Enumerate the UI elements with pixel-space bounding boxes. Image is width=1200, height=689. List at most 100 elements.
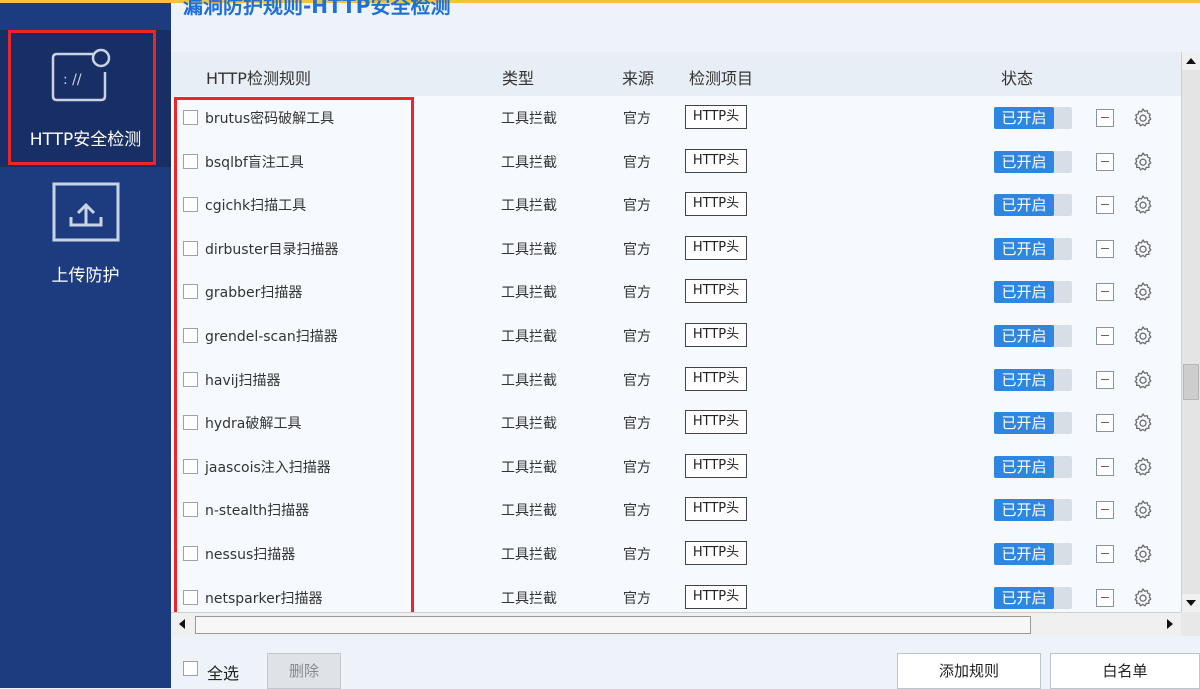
sidebar-item-upload-protection[interactable]: 上传防护 <box>0 177 171 297</box>
collapse-button[interactable] <box>1096 239 1114 258</box>
status-toggle[interactable]: 已开启 <box>994 543 1072 565</box>
gear-icon[interactable] <box>1131 411 1155 435</box>
collapse-button[interactable] <box>1096 283 1114 302</box>
scroll-up-arrow-icon[interactable] <box>1182 52 1200 70</box>
rule-name: brutus密码破解工具 <box>205 111 335 127</box>
row-checkbox[interactable] <box>183 415 198 431</box>
scroll-down-arrow-icon[interactable] <box>1182 594 1200 612</box>
detection-item-tag: HTTP头 <box>685 453 747 478</box>
gear-icon[interactable] <box>1131 368 1155 392</box>
http-shield-icon: : // <box>51 48 111 102</box>
row-checkbox[interactable] <box>183 153 198 169</box>
row-checkbox[interactable] <box>183 458 198 474</box>
select-all-checkbox[interactable] <box>183 661 198 676</box>
status-label: 已开启 <box>994 499 1054 522</box>
gear-icon[interactable] <box>1131 106 1155 130</box>
row-checkbox[interactable] <box>183 284 198 300</box>
row-checkbox[interactable] <box>183 546 198 561</box>
horizontal-scroll-thumb[interactable] <box>195 616 1031 634</box>
gear-icon[interactable] <box>1131 193 1155 217</box>
horizontal-scrollbar[interactable] <box>171 612 1181 636</box>
row-checkbox[interactable] <box>183 502 198 518</box>
column-header-rule: HTTP检测规则 <box>206 69 311 88</box>
collapse-button[interactable] <box>1096 414 1114 433</box>
collapse-button[interactable] <box>1096 152 1114 171</box>
status-label: 已开启 <box>994 455 1054 478</box>
select-all-label[interactable]: 全选 <box>207 660 239 684</box>
footer-toolbar: 全选 删除 添加规则 白名单 <box>171 636 1200 689</box>
rule-name: netsparker扫描器 <box>205 590 323 607</box>
collapse-button[interactable] <box>1096 545 1114 563</box>
rule-source: 官方 <box>623 241 651 258</box>
rule-name: grendel-scan扫描器 <box>205 329 338 345</box>
table-row: netsparker扫描器 工具拦截 官方 HTTP头 已开启 <box>171 576 1181 612</box>
status-toggle[interactable]: 已开启 <box>994 107 1072 129</box>
add-rule-button[interactable]: 添加规则 <box>897 653 1041 689</box>
row-checkbox[interactable] <box>183 240 198 256</box>
row-checkbox[interactable] <box>183 110 198 125</box>
scroll-left-arrow-icon[interactable] <box>173 615 191 633</box>
rules-table: HTTP检测规则 类型 来源 检测项目 状态 brutus密码破解工具工具拦截 官… <box>171 52 1181 612</box>
rule-source: 官方 <box>623 372 651 389</box>
status-toggle[interactable]: 已开启 <box>994 237 1072 260</box>
collapse-button[interactable] <box>1096 588 1114 607</box>
rule-name: bsqlbf盲注工具 <box>205 154 304 171</box>
status-toggle[interactable]: 已开启 <box>994 281 1072 304</box>
table-row: grabber扫描器 工具拦截 官方 HTTP头 已开启 <box>171 270 1181 314</box>
rule-source: 官方 <box>623 111 651 127</box>
collapse-button[interactable] <box>1096 196 1114 215</box>
row-checkbox[interactable] <box>183 328 198 343</box>
collapse-button[interactable] <box>1096 457 1114 476</box>
gear-icon[interactable] <box>1131 150 1155 174</box>
gear-icon[interactable] <box>1131 324 1155 348</box>
delete-button[interactable]: 删除 <box>267 653 341 689</box>
gear-icon[interactable] <box>1131 542 1155 566</box>
table-row: dirbuster目录扫描器 工具拦截 官方 HTTP头 已开启 <box>171 227 1181 271</box>
sidebar: : // HTTP安全检测 上传防护 <box>0 3 171 688</box>
rule-name: jaascois注入扫描器 <box>205 459 331 476</box>
status-label: 已开启 <box>994 586 1054 609</box>
detection-item-tag: HTTP头 <box>685 584 747 609</box>
rule-source: 官方 <box>623 503 651 520</box>
sidebar-item-http-security[interactable]: : // HTTP安全检测 <box>0 30 171 167</box>
row-checkbox[interactable] <box>183 371 198 387</box>
status-toggle[interactable]: 已开启 <box>994 368 1072 391</box>
status-label: 已开启 <box>994 412 1054 435</box>
gear-icon[interactable] <box>1131 586 1155 610</box>
collapse-button[interactable] <box>1096 501 1114 520</box>
vertical-scroll-thumb[interactable] <box>1183 364 1199 400</box>
table-header: HTTP检测规则 类型 来源 检测项目 状态 <box>171 52 1181 96</box>
detection-item-tag: HTTP头 <box>685 410 747 435</box>
gear-icon[interactable] <box>1131 237 1155 261</box>
detection-item-tag: HTTP头 <box>685 497 747 522</box>
rule-name: havij扫描器 <box>205 372 281 389</box>
top-accent-line <box>0 0 1200 3</box>
sidebar-item-label: 上传防护 <box>51 266 120 286</box>
status-toggle[interactable]: 已开启 <box>994 412 1072 435</box>
row-checkbox[interactable] <box>183 197 198 213</box>
status-toggle[interactable]: 已开启 <box>994 455 1072 478</box>
rule-name: grabber扫描器 <box>205 285 303 302</box>
collapse-button[interactable] <box>1096 109 1114 127</box>
collapse-button[interactable] <box>1096 370 1114 389</box>
collapse-button[interactable] <box>1096 327 1114 345</box>
status-label: 已开启 <box>994 543 1054 565</box>
gear-icon[interactable] <box>1131 455 1155 479</box>
status-toggle[interactable]: 已开启 <box>994 194 1072 217</box>
whitelist-button[interactable]: 白名单 <box>1050 653 1200 689</box>
vertical-scrollbar[interactable] <box>1181 52 1200 612</box>
detection-item-tag: HTTP头 <box>685 148 747 173</box>
gear-icon[interactable] <box>1131 280 1155 304</box>
rule-name: nessus扫描器 <box>205 547 296 563</box>
scroll-right-arrow-icon[interactable] <box>1161 615 1179 633</box>
row-checkbox[interactable] <box>183 589 198 605</box>
status-toggle[interactable]: 已开启 <box>994 325 1072 347</box>
gear-icon[interactable] <box>1131 498 1155 522</box>
rule-type: 工具拦截 <box>501 503 557 520</box>
status-toggle[interactable]: 已开启 <box>994 150 1072 173</box>
table-row: havij扫描器 工具拦截 官方 HTTP头 已开启 <box>171 358 1181 402</box>
status-toggle[interactable]: 已开启 <box>994 499 1072 522</box>
detection-item-tag: HTTP头 <box>685 192 747 217</box>
column-header-status: 状态 <box>1001 69 1034 88</box>
status-toggle[interactable]: 已开启 <box>994 586 1072 609</box>
